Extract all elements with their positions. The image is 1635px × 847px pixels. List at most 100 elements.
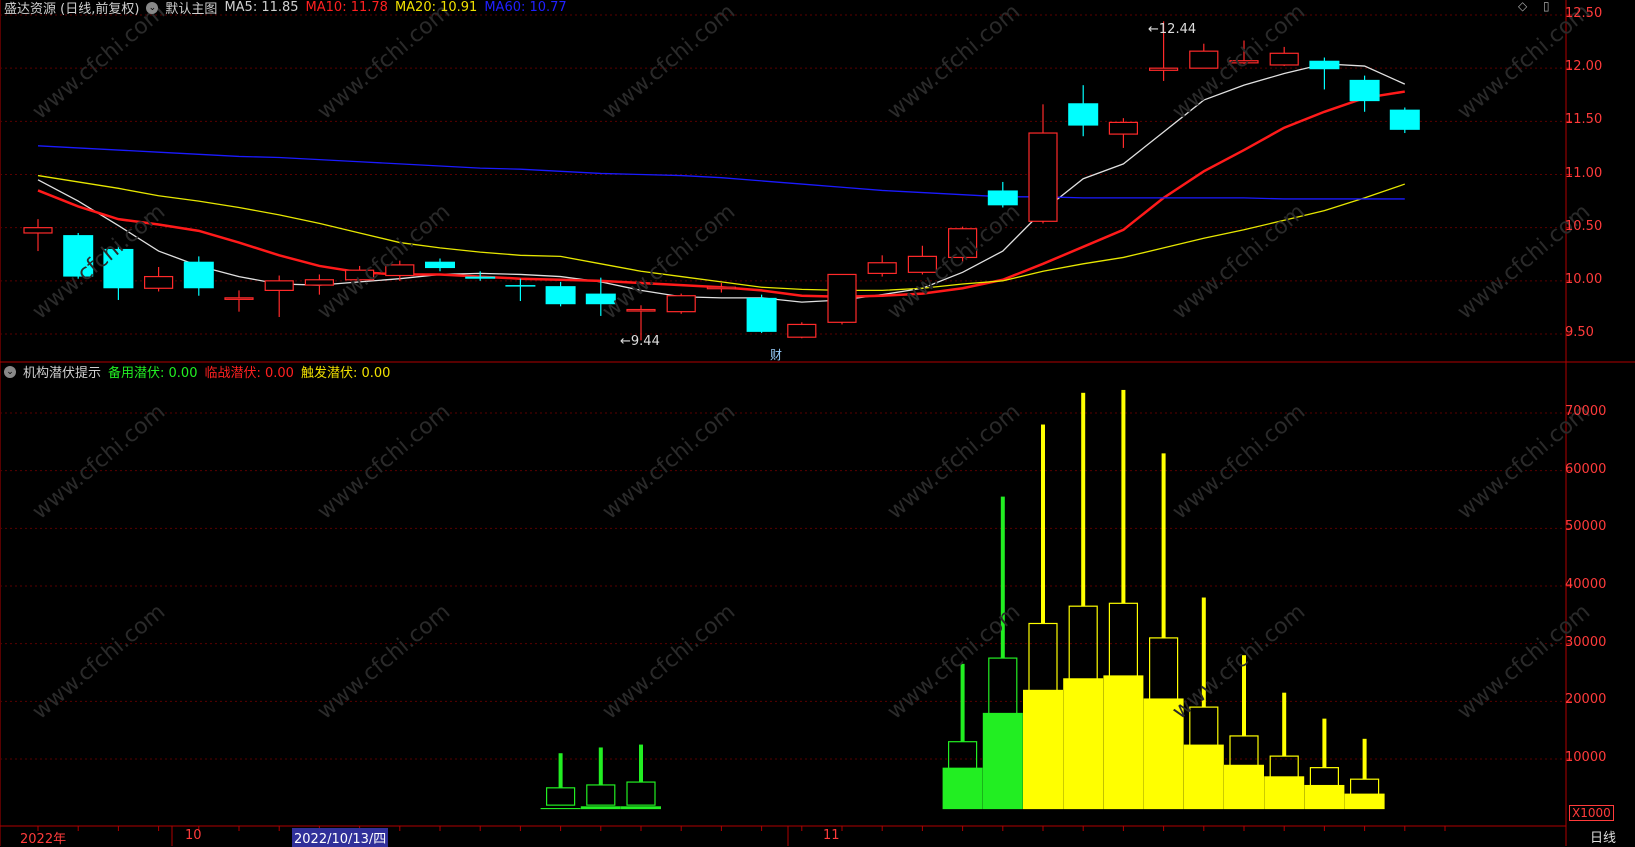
- price-tick-label: 10.50: [1565, 218, 1603, 234]
- indicator-tick-label: 70000: [1565, 404, 1607, 419]
- indicator-bar-solid: [540, 808, 581, 810]
- indicator-tick-label: 40000: [1565, 577, 1607, 592]
- watermark-text: www.cfchi.com: [598, 399, 740, 524]
- indicator-bar: [621, 744, 661, 810]
- price-tick-label: 11.50: [1565, 112, 1603, 128]
- candle: [827, 273, 857, 325]
- indicator-bar-spike: [1161, 453, 1166, 638]
- candle-body-down: [183, 261, 214, 289]
- period-label[interactable]: 日线: [1590, 827, 1616, 846]
- indicator-bar-box: [545, 787, 576, 806]
- indicator-bar-solid: [1304, 784, 1345, 810]
- candle-body-down: [505, 285, 536, 287]
- candle: [1189, 43, 1219, 69]
- candle: [264, 275, 294, 317]
- price-tick-label: 11.00: [1565, 165, 1603, 181]
- candle-body-up: [787, 323, 817, 338]
- grid-lines: [0, 0, 1635, 846]
- ma60-value: MA60: 10.77: [484, 0, 567, 15]
- indicator-bar: [1103, 389, 1144, 810]
- stock-name[interactable]: 盛达资源 (日线,前复权): [4, 0, 139, 17]
- chevron-down-icon[interactable]: ⌄: [4, 365, 16, 378]
- candle-body-up: [1148, 67, 1179, 71]
- chart-canvas[interactable]: www.cfchi.com www.cfchi.com www.cfchi.com w…: [0, 0, 1635, 846]
- watermark-text: www.cfchi.com: [883, 199, 1025, 324]
- price-tick-label: 10.00: [1565, 271, 1603, 287]
- indicator-bar-spike: [1282, 692, 1287, 757]
- candle: [224, 290, 254, 312]
- indicator-bar: [982, 496, 1023, 810]
- indicator-bar-spike: [639, 744, 643, 783]
- candle: [545, 281, 576, 307]
- price-tick-label: 12.00: [1565, 59, 1603, 75]
- indicator-bar-solid: [1183, 744, 1224, 810]
- chevron-down-icon[interactable]: ⌄: [146, 1, 159, 14]
- template-name[interactable]: 默认主图: [165, 0, 217, 17]
- indicator-bar-solid: [1264, 776, 1305, 810]
- indicator-bar-solid: [1224, 764, 1264, 810]
- candle: [1068, 85, 1099, 137]
- candle: [23, 219, 53, 252]
- indicator-bar: [1063, 392, 1104, 810]
- ma-line-ma10: [37, 90, 1405, 299]
- candle: [666, 293, 696, 314]
- price-tick-label: 12.50: [1565, 6, 1603, 21]
- candle: [144, 267, 174, 292]
- candle: [1269, 46, 1299, 67]
- x-tick-year: 2022年: [20, 832, 67, 847]
- indicator-name[interactable]: 机构潜伏提示: [23, 362, 101, 381]
- indicator-bar-spike: [598, 747, 603, 785]
- candle: [183, 256, 214, 296]
- candle-body-up: [144, 275, 174, 289]
- watermark-text: www.cfchi.com: [28, 0, 170, 125]
- indicator-bar-spike: [1081, 392, 1086, 607]
- watermark-text: www.cfchi.com: [1168, 199, 1310, 324]
- watermark-text: www.cfchi.com: [28, 599, 170, 724]
- indicator-bar: [1304, 718, 1345, 810]
- main-header: 盛达资源 (日线,前复权) ⌄ 默认主图 MA5: 11.85 MA10: 11…: [4, 0, 567, 17]
- candle-body-up: [827, 273, 857, 323]
- ma-line-ma60: [37, 145, 1405, 200]
- x-tick-nov: 11: [823, 828, 840, 843]
- indicator-bar: [1023, 424, 1063, 810]
- candle: [505, 278, 536, 302]
- watermark-text: www.cfchi.com: [313, 599, 455, 724]
- candle-body-down: [1068, 103, 1099, 126]
- indicator-series-1: 备用潜伏: 0.00: [108, 366, 198, 381]
- finance-marker[interactable]: 财: [770, 346, 782, 363]
- indicator-bar-spike: [1121, 389, 1126, 604]
- candle: [1349, 75, 1380, 112]
- candle-body-down: [1349, 79, 1380, 102]
- candle: [1389, 107, 1420, 134]
- indicator-bar-solid: [1023, 689, 1063, 810]
- indicator-series-3: 触发潜伏: 0.00: [300, 366, 391, 381]
- indicator-bar: [1344, 738, 1385, 810]
- indicator-bar-solid: [1344, 793, 1385, 810]
- candle-body-up: [1269, 52, 1299, 66]
- low-price-label: ←9.44: [620, 334, 660, 349]
- indicator-tick-label: 30000: [1565, 634, 1607, 650]
- candle: [1108, 118, 1139, 148]
- ma10-value: MA10: 11.78: [305, 0, 388, 15]
- candle-body-up: [304, 279, 334, 286]
- watermark-text: www.cfchi.com: [598, 599, 740, 724]
- indicator-bar-solid: [1063, 678, 1104, 810]
- candle: [706, 282, 737, 293]
- candle-body-down: [746, 297, 777, 332]
- indicator-tick-label: 10000: [1565, 750, 1607, 765]
- watermark-text: www.cfchi.com: [313, 399, 455, 524]
- indicator-series-2: 临战潜伏: 0.00: [204, 366, 294, 381]
- candle: [1028, 104, 1058, 224]
- indicator-bar-solid: [621, 806, 661, 810]
- indicator-header: ⌄ 机构潜伏提示 备用潜伏: 0.00 临战潜伏: 0.00 触发潜伏: 0.0…: [4, 362, 390, 381]
- x-tick-selected-date[interactable]: 2022/10/13/四: [292, 828, 389, 847]
- toolbar-icons[interactable]: ◇ ▯: [1518, 0, 1556, 13]
- candle-body-down: [425, 261, 455, 269]
- high-price-label: ←12.44: [1148, 22, 1197, 37]
- indicator-bar-solid: [1103, 675, 1144, 810]
- indicator-bar-solid: [942, 767, 983, 810]
- indicator-bar-box: [626, 781, 656, 806]
- indicator-bar-spike: [1041, 424, 1045, 624]
- indicator-bar: [580, 747, 621, 810]
- candle-body-up: [666, 295, 696, 313]
